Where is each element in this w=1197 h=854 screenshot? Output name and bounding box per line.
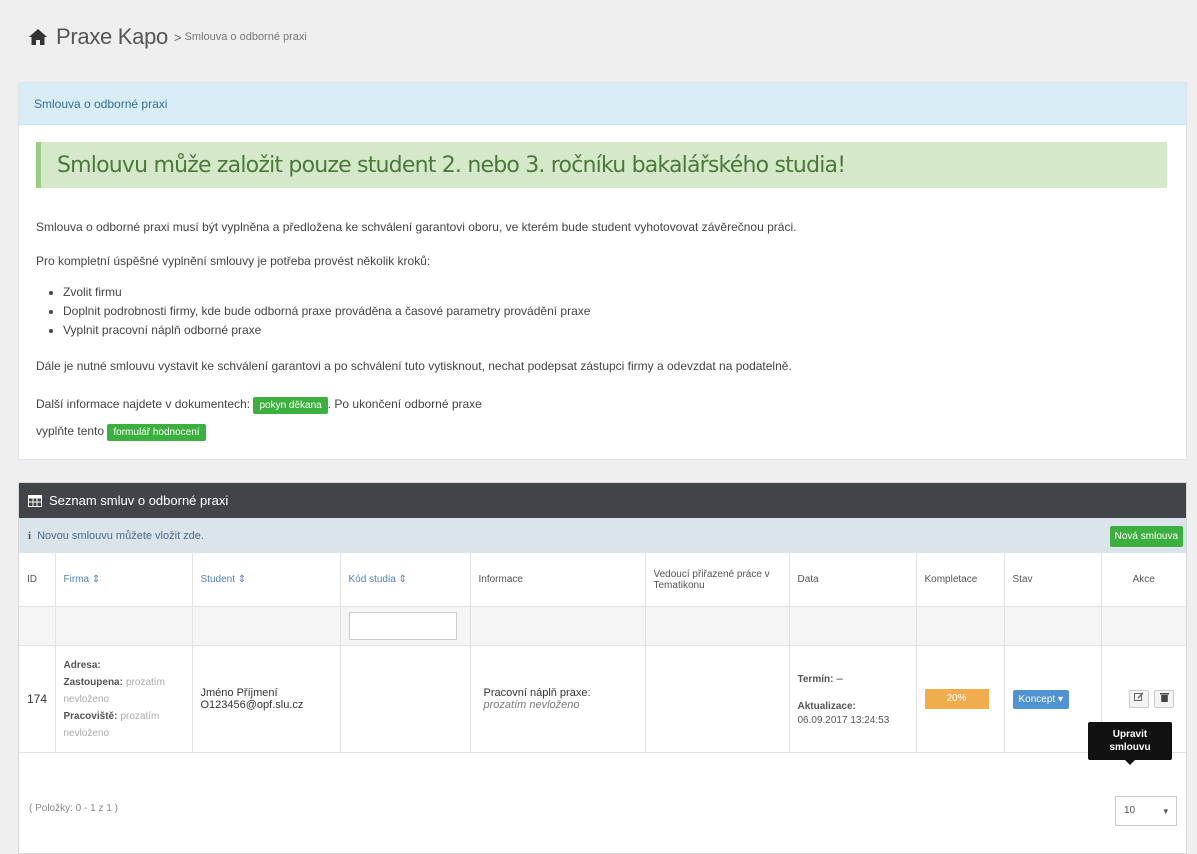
list-item: Zvolit firmu [63, 283, 590, 302]
info-value: prozatím nevloženo [483, 699, 580, 711]
column-actions: Akce [1101, 553, 1186, 607]
intro-paragraph-2: Pro kompletní úspěšné vyplnění smlouvy j… [36, 254, 431, 268]
row-dates-cell: Termín: – Aktualizace: 06.09.2017 13:24:… [789, 645, 917, 753]
contracts-panel-title: Seznam smluv o odborné praxi [49, 493, 229, 508]
table-icon [28, 494, 42, 507]
row-id: 174 [19, 645, 56, 753]
address-label: Adresa: [63, 659, 101, 671]
app-title-link[interactable]: Praxe Kapo [56, 24, 168, 50]
table-row: 174 Adresa: Zastoupena: prozatím nevlože… [19, 645, 1186, 753]
paging-info: ( Položky: 0 - 1 z 1 ) [29, 803, 118, 814]
row-firm-cell: Adresa: Zastoupena: prozatím nevloženo P… [55, 645, 193, 753]
row-completion-cell: 20% [916, 645, 1005, 753]
row-info-cell: Pracovní náplň praxe: prozatím nevloženo [470, 645, 646, 753]
intro-paragraph-3: Dále je nutné smlouvu vystavit ke schvál… [36, 359, 792, 373]
table-footer: ( Položky: 0 - 1 z 1 ) 10 ▾ [19, 783, 1186, 853]
edit-icon [1133, 692, 1144, 701]
column-state: Stav [1004, 553, 1102, 607]
column-completion: Kompletace [916, 553, 1005, 607]
study-code-filter-input[interactable] [348, 612, 457, 640]
column-student[interactable]: Student ⇕ [192, 553, 341, 607]
info-label: Pracovní náplň praxe: [483, 687, 591, 699]
column-id: ID [19, 553, 56, 607]
workplace-label: Pracoviště: [63, 710, 118, 722]
info-icon: i [28, 529, 32, 542]
tooltip-text: Upravit smlouvu [1109, 729, 1151, 753]
row-supervisor-cell [645, 645, 790, 753]
list-item: Doplnit podrobnosti firmy, kde bude odbo… [63, 302, 590, 321]
column-firm[interactable]: Firma ⇕ [55, 553, 193, 607]
more-info-prefix: Další informace najdete v dokumentech: [36, 397, 251, 411]
contracts-table: ID Firma ⇕ Student ⇕ Kód studia ⇕ Inform… [19, 553, 1186, 753]
fill-prefix: vyplňte tento [36, 424, 105, 438]
updated-value: 06.09.2017 13:24:53 [797, 714, 890, 726]
term-label: Termín: [797, 673, 834, 685]
column-supervisor: Vedoucí přiřazené práce v Tematikonu [645, 553, 790, 607]
guide-link[interactable]: pokyn děkana [253, 397, 328, 414]
column-info: Informace [470, 553, 646, 607]
page-size-select[interactable]: 10 ▾ [1115, 796, 1177, 826]
evaluation-form-link[interactable]: formulář hodnocení [107, 424, 206, 441]
contracts-panel-heading: Seznam smluv o odborné praxi [19, 483, 1186, 518]
breadcrumb-current: Smlouva o odborné praxi [184, 31, 307, 43]
represented-label: Zastoupena: [63, 676, 123, 688]
filter-row [19, 606, 1186, 646]
chevron-down-icon: ▾ [1163, 806, 1168, 816]
breadcrumb: Praxe Kapo > Smlouva o odborné praxi [28, 22, 307, 52]
table-header-row: ID Firma ⇕ Student ⇕ Kód studia ⇕ Inform… [19, 553, 1186, 607]
edit-tooltip: Upravit smlouvu [1088, 722, 1172, 765]
student-email: O123456@opf.slu.cz [200, 699, 304, 711]
more-info-line: Další informace najdete v dokumentech: p… [36, 397, 482, 414]
fill-form-line: vyplňte tento formulář hodnocení [36, 424, 206, 441]
edit-contract-button[interactable] [1128, 690, 1149, 708]
term-value: – [836, 672, 843, 685]
more-info-middle: . Po ukončení odborné praxe [327, 397, 482, 411]
row-study-code-cell [340, 645, 471, 753]
intro-panel-heading: Smlouva o odborné praxi [19, 83, 1186, 125]
delete-contract-button[interactable] [1154, 690, 1174, 708]
intro-panel: Smlouva o odborné praxi Smlouvu může zal… [18, 82, 1187, 460]
state-dropdown[interactable]: Koncept ▾ [1012, 689, 1069, 709]
student-name: Jméno Příjmení [200, 687, 278, 699]
breadcrumb-separator: > [173, 29, 182, 45]
updated-label: Aktualizace: [797, 700, 856, 712]
steps-list: Zvolit firmu Doplnit podrobnosti firmy, … [49, 283, 590, 340]
trash-icon [1159, 693, 1169, 702]
column-dates: Data [789, 553, 917, 607]
row-state-cell: Koncept ▾ [1004, 645, 1102, 753]
completion-progress-bar: 20% [924, 689, 989, 709]
intro-paragraph-1: Smlouva o odborné praxi musí být vyplněn… [36, 220, 797, 234]
list-item: Vyplnit pracovní náplň odborné praxe [63, 321, 590, 340]
info-text: Novou smlouvu můžete vložit zde. [37, 529, 204, 542]
row-student-cell: Jméno Příjmení O123456@opf.slu.cz [192, 645, 341, 753]
new-contract-button[interactable]: Nová smlouva [1109, 526, 1183, 547]
eligibility-alert: Smlouvu může založit pouze student 2. ne… [36, 142, 1167, 188]
home-icon[interactable] [28, 28, 48, 46]
page-size-value: 10 [1124, 805, 1136, 816]
info-bar: i Novou smlouvu můžete vložit zde. Nová … [19, 518, 1186, 553]
contracts-panel: Seznam smluv o odborné praxi i Novou sml… [18, 482, 1187, 854]
column-study-code[interactable]: Kód studia ⇕ [340, 553, 471, 607]
